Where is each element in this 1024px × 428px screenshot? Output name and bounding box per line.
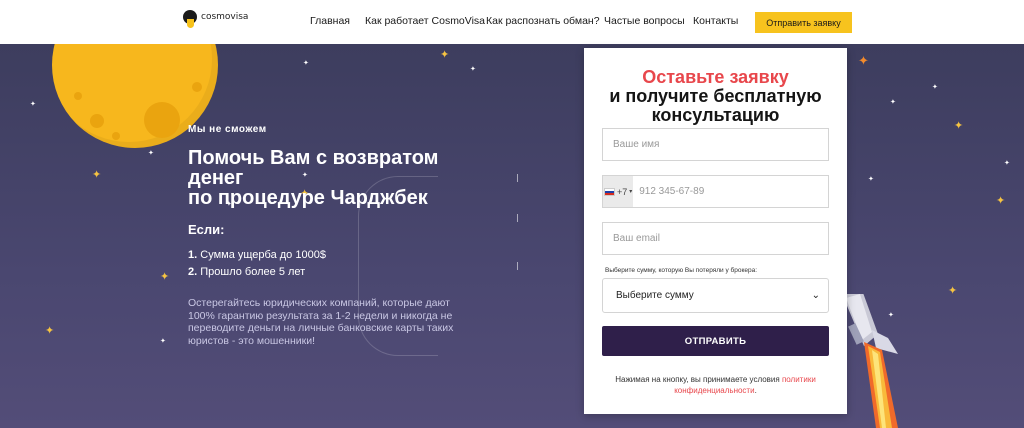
star-icon: ✦ (996, 195, 1006, 207)
form-title-line: и получите бесплатную (609, 86, 822, 106)
star-icon: ✦ (932, 84, 938, 91)
moon-crater (112, 132, 120, 140)
star-icon: ✦ (890, 99, 896, 106)
star-icon: ✦ (92, 169, 102, 181)
country-code-selector[interactable]: +7 ▾ (603, 176, 634, 207)
condition-number: 2. (188, 266, 198, 278)
moon-crater (74, 92, 82, 100)
rocket-illustration (842, 294, 898, 428)
star-icon: ✦ (1004, 160, 1010, 167)
name-input[interactable] (613, 139, 828, 150)
star-icon: ✦ (858, 53, 869, 68)
email-field[interactable] (602, 222, 829, 255)
headline-line: Помочь Вам с возвратом (188, 147, 439, 169)
star-icon: ✦ (160, 271, 170, 283)
send-request-button[interactable]: Отправить заявку (755, 12, 852, 33)
star-icon: ✦ (470, 66, 476, 73)
name-field[interactable] (602, 128, 829, 161)
privacy-end: . (754, 386, 757, 395)
star-icon: ✦ (160, 338, 166, 345)
email-input[interactable] (613, 233, 828, 244)
phone-code: +7 (616, 186, 628, 197)
privacy-text: Нажимая на кнопку, вы принимаете условия (615, 375, 780, 384)
headline-line: денег (188, 167, 244, 189)
star-icon: ✦ (30, 101, 36, 108)
headline-line: по процедуре Чарджбек (188, 187, 428, 209)
chevron-down-icon: ⌄ (811, 290, 820, 301)
moon-crater (90, 114, 104, 128)
nav-detect-fraud[interactable]: Как распознать обман? (486, 15, 600, 27)
decorative-line (517, 214, 518, 222)
warning-text: Остерегайтесь юридических компаний, кото… (188, 297, 454, 347)
star-icon: ✦ (868, 176, 874, 183)
condition-text: Сумма ущерба до 1000$ (200, 249, 326, 261)
site-header: cosmovisa Главная Как работает CosmoVisa… (0, 0, 1024, 44)
nav-faq[interactable]: Частые вопросы (604, 15, 685, 27)
star-icon: ✦ (303, 60, 309, 67)
chevron-down-icon: ▾ (629, 189, 633, 195)
star-icon: ✦ (148, 150, 154, 157)
sum-select[interactable]: Выберите сумму ⌄ (602, 278, 829, 313)
form-title-accent: Оставьте заявку (642, 67, 789, 87)
hero-headline: Помочь Вам с возвратом денег по процедур… (188, 148, 488, 208)
nav-home[interactable]: Главная (310, 15, 350, 27)
condition-item: 1. Сумма ущерба до 1000$ (188, 249, 326, 261)
sum-label: Выберите сумму, которую Вы потеряли у бр… (605, 267, 758, 274)
main-nav: Главная Как работает CosmoVisa Как распо… (0, 15, 1024, 29)
star-icon: ✦ (440, 49, 450, 61)
conditions-heading: Если: (188, 222, 225, 237)
hero-section: ✦ ✦ ✦ ✦ ✦ ✦ ✦ ✦ ✦ ✦ ✦ ✦ ✦ ✦ ✦ ✦ ✦ ✦ ✦ ✦ … (0, 44, 1024, 428)
russia-flag-icon (603, 187, 615, 196)
moon-crater (192, 82, 202, 92)
sum-selected-value: Выберите сумму (616, 290, 694, 301)
decorative-line (517, 262, 518, 270)
nav-how-it-works[interactable]: Как работает CosmoVisa (365, 15, 485, 27)
submit-button[interactable]: ОТПРАВИТЬ (602, 326, 829, 356)
condition-text: Прошло более 5 лет (200, 266, 306, 278)
phone-input[interactable] (639, 186, 828, 197)
condition-number: 1. (188, 249, 198, 261)
star-icon: ✦ (948, 285, 958, 297)
condition-item: 2. Прошло более 5 лет (188, 266, 305, 278)
hero-kicker: Мы не сможем (188, 124, 267, 135)
moon-crater (144, 102, 180, 138)
star-icon: ✦ (45, 325, 55, 337)
decorative-line (517, 174, 518, 182)
form-title-line: консультацию (651, 105, 780, 125)
phone-field[interactable]: +7 ▾ (602, 175, 829, 208)
privacy-notice: Нажимая на кнопку, вы принимаете условия… (604, 374, 827, 396)
request-form-card: Оставьте заявку и получите бесплатную ко… (584, 48, 847, 414)
star-icon: ✦ (954, 120, 964, 132)
nav-contacts[interactable]: Контакты (693, 15, 738, 27)
